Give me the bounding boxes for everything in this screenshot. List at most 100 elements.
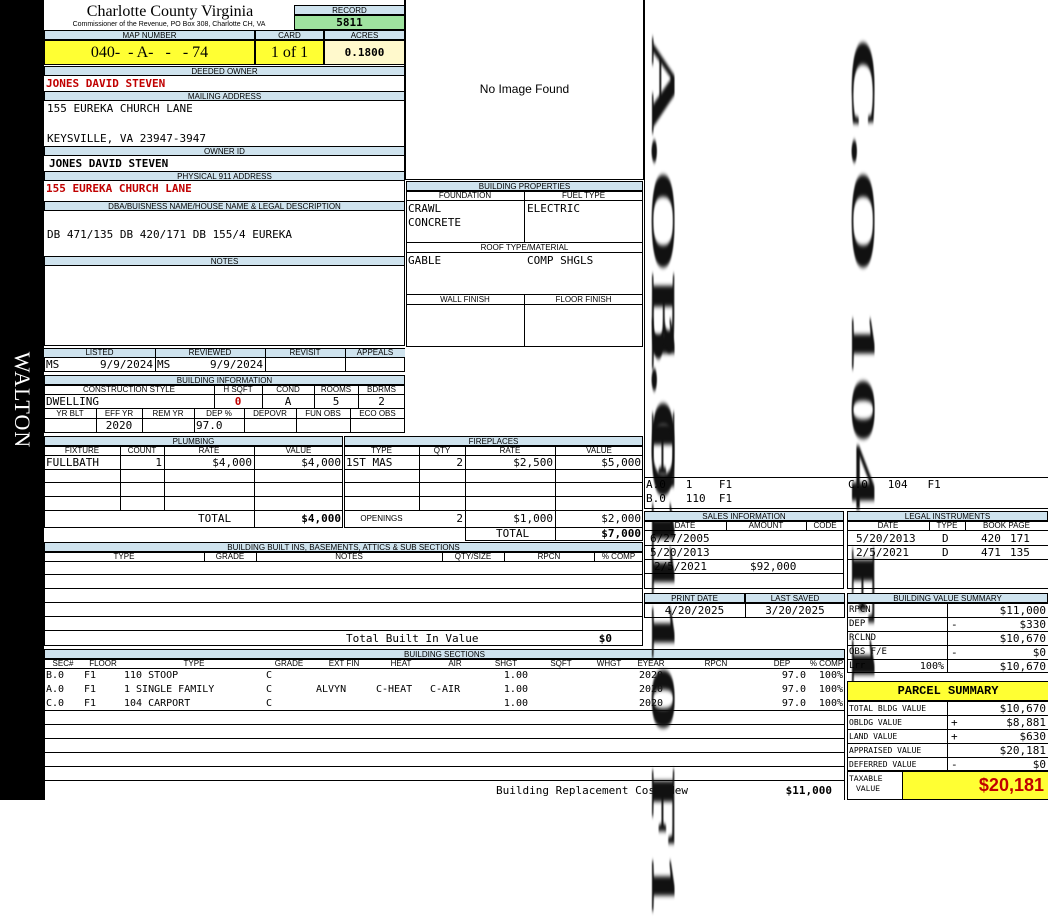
roof-label: ROOF TYPE/MATERIAL	[480, 243, 569, 252]
photo-box: No Image Found	[405, 0, 644, 180]
record-label: RECORD	[294, 5, 405, 15]
deeded-owner: JONES DAVID STEVEN	[46, 77, 166, 90]
section-sec: A.0	[46, 684, 65, 695]
parcel-row-value: $0	[1032, 758, 1046, 771]
count-label: COUNT	[127, 446, 157, 455]
building-info-label: BUILDING INFORMATION	[44, 375, 405, 385]
effyr-value: 2020	[105, 419, 133, 432]
section-header-type: TYPE	[183, 659, 205, 668]
fp-total: $7,000	[601, 527, 641, 540]
plumbing-label: PLUMBING	[44, 436, 343, 446]
fuel-type: ELECTRIC	[527, 202, 580, 215]
section-header-shgt: SHGT	[494, 659, 518, 668]
fp-total-label: TOTAL	[496, 527, 530, 540]
section-header-sqft: SQFT	[550, 659, 572, 668]
notes-area	[44, 266, 405, 346]
map-number: 040- - A- - - 74	[44, 40, 255, 65]
section-extfin: ALVYN	[316, 684, 347, 695]
sidebar: WALTON	[0, 0, 44, 800]
section-pcomp: 100%	[818, 670, 843, 681]
cond-value: A	[284, 395, 292, 408]
bi-pcomp-label: % COMP	[601, 552, 636, 561]
plumb-fixture-1: FULLBATH	[46, 456, 99, 469]
fp-qty-label: QTY	[433, 446, 451, 455]
print-date-label: PRINT DATE	[644, 593, 745, 603]
parcel-row-value: $8,881	[1006, 716, 1046, 729]
deeded-owner-label: DEEDED OWNER	[44, 66, 405, 76]
openings-label: OPENINGS	[360, 514, 403, 523]
bi-type-label: TYPE	[113, 552, 135, 561]
replacement-value: $11,000	[785, 784, 832, 797]
legal-label: LEGAL INSTRUMENTS	[847, 511, 1048, 521]
fireplaces-label: FIREPLACES	[344, 436, 643, 446]
physical-address-label: PHYSICAL 911 ADDRESS	[44, 171, 405, 181]
value-summary-value: $0	[1032, 646, 1046, 659]
effyr-label: EFF YR	[104, 409, 134, 418]
roof-type: GABLE	[408, 254, 442, 267]
legal-description: DB 471/135 DB 420/171 DB 155/4 EUREKA	[47, 228, 293, 241]
bi-qty-label: QTY/SIZE	[454, 552, 492, 561]
physical-address: 155 EUREKA CHURCH LANE	[46, 182, 192, 195]
section-sec: C.0	[46, 698, 65, 709]
fp-value-1: $5,000	[601, 456, 641, 469]
openings-qty: 2	[456, 512, 463, 525]
fp-type-label: TYPE	[371, 446, 392, 455]
section-header-sec: SEC#	[52, 659, 74, 668]
parcel-row-label: DEFERRED VALUE	[849, 760, 917, 769]
value-summary-label: RCLND	[849, 633, 877, 643]
ecoobs-label: ECO OBS	[359, 409, 396, 418]
section-air: C-AIR	[430, 684, 461, 695]
fp-type-1: 1ST MAS	[346, 456, 393, 469]
commissioner-line: Commissioner of the Revenue, PO Box 308,…	[72, 21, 266, 28]
bi-rpcn-label: RPCN	[537, 552, 561, 561]
parcel-summary-title: PARCEL SUMMARY	[847, 681, 1048, 701]
legal-date-1: 5/20/2013	[856, 532, 916, 545]
building-properties-label: BUILDING PROPERTIES	[406, 181, 643, 191]
section-floor: F1	[84, 670, 97, 681]
fixture-label: FIXTURE	[64, 446, 100, 455]
value-summary-value: $10,670	[999, 632, 1046, 645]
legal-type-1: D	[942, 532, 949, 545]
builtin-total-label: Total Built In Value	[346, 632, 479, 645]
section-header-floor: FLOOR	[89, 659, 117, 668]
map-number-label: MAP NUMBER	[44, 30, 255, 40]
parcel-row-label: TOTAL BLDG VALUE	[849, 704, 927, 713]
taxable-label-2: VALUE	[856, 785, 881, 794]
section-shgt: 1.00	[503, 670, 528, 681]
section-header-pcomp: % COMP	[809, 659, 844, 668]
legend-a: A.0 1 F1	[646, 478, 733, 491]
hsqft-label: H SQFT	[223, 385, 253, 394]
legal-book-1: 420	[981, 532, 1001, 545]
openings-rate: $1,000	[513, 512, 553, 525]
parcel-row-sign: -	[951, 758, 958, 771]
fp-value-label: VALUE	[586, 446, 612, 455]
foundation-1: CRAWL	[408, 202, 442, 215]
county-title: Charlotte County Virginia	[86, 3, 254, 20]
section-grade: C	[266, 684, 273, 695]
value-summary-label: Lrr	[849, 661, 866, 671]
rooms-label: ROOMS	[320, 385, 352, 394]
sale-amount-3: $92,000	[750, 560, 797, 573]
last-saved-label: LAST SAVED	[745, 593, 845, 603]
sales-code-label: CODE	[813, 521, 837, 530]
bdrms-value: 2	[378, 395, 385, 408]
value-summary-label: BUILDING VALUE SUMMARY	[847, 593, 1048, 603]
hsqft-value: 0	[234, 395, 242, 408]
section-grade: C	[266, 698, 273, 709]
sales-label: SALES INFORMATION	[644, 511, 844, 521]
fp-rate-1: $2,500	[513, 456, 553, 469]
section-dep: 97.0	[781, 698, 806, 709]
section-grade: C	[266, 670, 273, 681]
funobs-label: FUN OBS	[305, 409, 341, 418]
yrblt-label: YR BLT	[56, 409, 84, 418]
fp-qty-1: 2	[456, 456, 463, 469]
section-header-air: AIR	[448, 659, 462, 668]
plumb-total-label: TOTAL	[198, 512, 232, 525]
parcel-row-value: $630	[1019, 730, 1047, 743]
section-floor: F1	[84, 684, 97, 695]
building-sections-label: BUILDING SECTIONS	[44, 649, 845, 659]
fuel-type-label: FUEL TYPE	[561, 191, 606, 200]
section-type: 1 SINGLE FAMILY	[124, 684, 215, 695]
section-heat: C-HEAT	[376, 684, 413, 695]
plumb-value-label: VALUE	[285, 446, 312, 455]
